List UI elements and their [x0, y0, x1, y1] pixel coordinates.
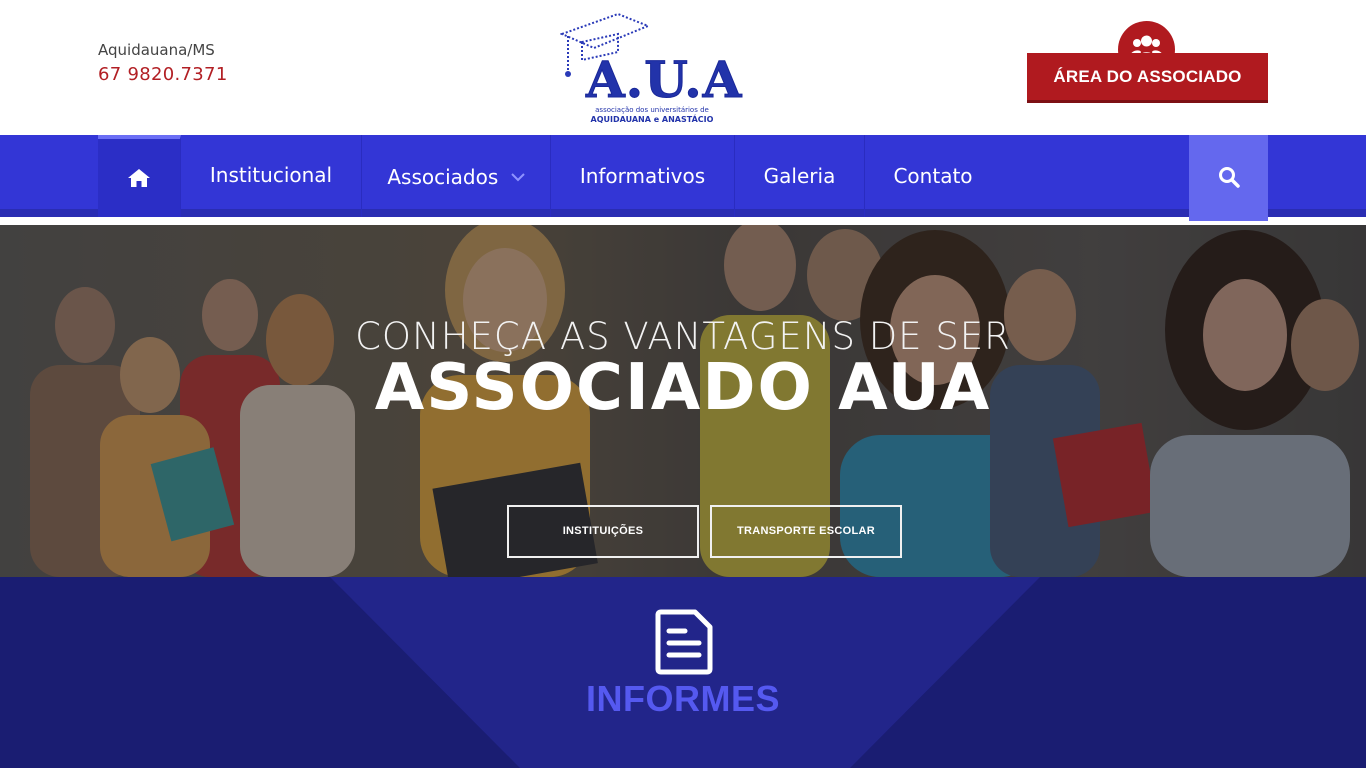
logo-title: A.U.A: [585, 50, 743, 109]
chevron-down-icon: [510, 172, 525, 181]
nav-item-institucional[interactable]: Institucional: [181, 135, 362, 217]
nav-item-label: Galeria: [763, 164, 836, 188]
search-button[interactable]: [1189, 135, 1268, 221]
transporte-escolar-button[interactable]: TRANSPORTE ESCOLAR: [710, 505, 902, 558]
nav-item-label: Informativos: [579, 164, 706, 188]
informes-section: INFORMES: [0, 577, 1366, 768]
member-area-button[interactable]: ÁREA DO ASSOCIADO: [1027, 53, 1268, 103]
hero-title: ASSOCIADO AUA: [374, 351, 992, 425]
contact-info: Aquidauana/MS 67 9820.7371: [98, 41, 228, 87]
site-logo[interactable]: A.U.A associação dos universitários de A…: [558, 12, 742, 127]
logo-subtitle: associação dos universitários de: [595, 106, 709, 114]
main-nav: Institucional Associados Informativos Ga…: [0, 135, 1366, 221]
nav-item-contato[interactable]: Contato: [865, 135, 1001, 217]
logo-subtitle-cities: AQUIDAUANA e ANASTÁCIO: [590, 115, 714, 124]
informes-title: INFORMES: [585, 678, 780, 719]
city-label: Aquidauana/MS: [98, 41, 215, 59]
phone-number[interactable]: 67 9820.7371: [98, 63, 228, 87]
hero-banner: CONHEÇA AS VANTAGENS DE SER ASSOCIADO AU…: [0, 225, 1366, 577]
nav-item-informativos[interactable]: Informativos: [551, 135, 735, 217]
search-icon: [1219, 167, 1240, 188]
document-icon: [655, 609, 713, 675]
nav-item-label: Associados: [387, 165, 499, 189]
nav-item-associados[interactable]: Associados: [362, 135, 551, 217]
nav-item-galeria[interactable]: Galeria: [735, 135, 865, 217]
nav-item-label: Contato: [893, 164, 973, 188]
site-header: Aquidauana/MS 67 9820.7371 A.U.A associa…: [0, 0, 1366, 135]
nav-item-label: Institucional: [209, 163, 333, 187]
instituicoes-button[interactable]: INSTITUIÇÕES: [507, 505, 699, 558]
home-icon: [128, 168, 150, 187]
nav-home[interactable]: [98, 135, 181, 217]
